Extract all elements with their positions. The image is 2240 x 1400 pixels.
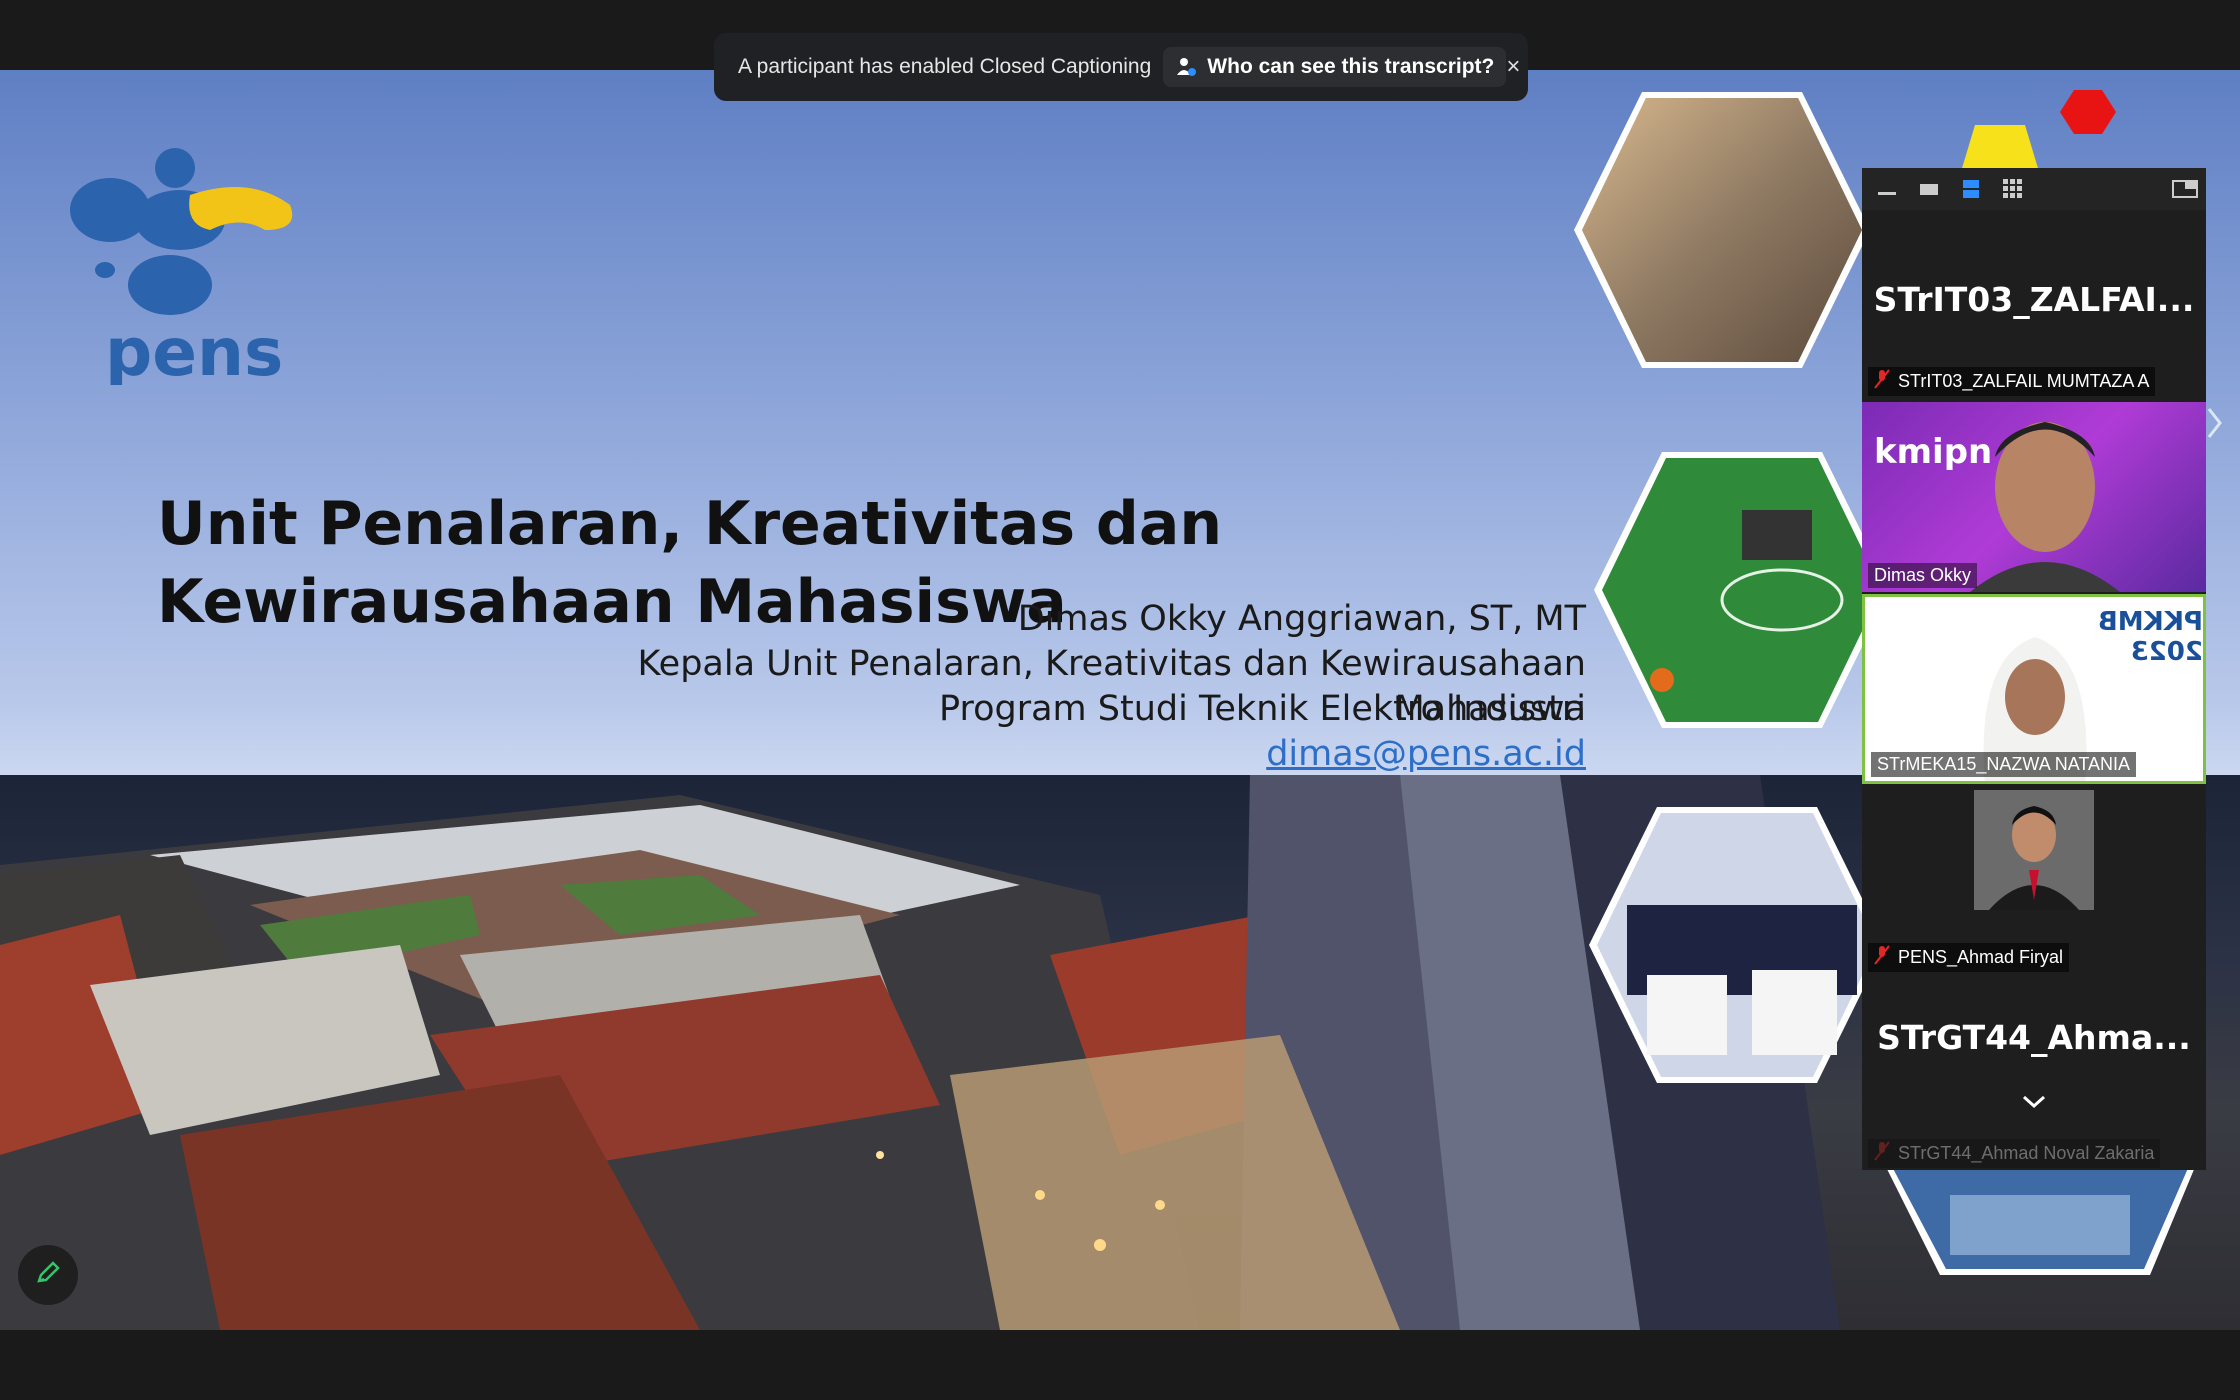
participant-name: STrIT03_ZALFAIL MUMTAZA A [1898, 371, 2150, 391]
muted-mic-icon [1874, 945, 1890, 970]
participant-name: STrMEKA15_NAZWA NATANIA [1877, 754, 2131, 774]
participant-display-name: STrIT03_ZALFAI... [1873, 280, 2195, 319]
participant-tile[interactable]: STrIT03_ZALFAI... STrIT03_ZALFAIL MUMTAZ… [1862, 210, 2206, 400]
participant-tile-speaking[interactable]: PKKMB 2023 STrMEKA15_NAZWA NATANIA [1862, 594, 2206, 784]
participant-video [1970, 402, 2120, 592]
closed-caption-banner: A participant has enabled Closed Caption… [714, 33, 1528, 101]
bottom-bar [0, 1330, 2240, 1400]
participant-name-label: PENS_Ahmad Firyal [1868, 943, 2070, 972]
participant-name-label: STrGT44_Ahmad Noval Zakaria [1868, 1139, 2161, 1168]
participant-display-name: STrGT44_Ahma... [1877, 1018, 2191, 1057]
presenter-name: Dimas Okky Anggriawan, ST, MT [1017, 599, 1586, 639]
hex-photo-robot-soccer [1592, 450, 1892, 735]
participant-name: Dimas Okky [1874, 565, 1972, 585]
participant-tile[interactable]: PENS_Ahmad Firyal [1862, 786, 2206, 976]
participant-tile-active[interactable]: kmipn Dimas Okky [1862, 402, 2206, 592]
muted-mic-icon [1874, 369, 1890, 394]
participant-name: PENS_Ahmad Firyal [1898, 947, 2064, 967]
red-hexagon-icon [2060, 90, 2116, 139]
participant-name-label: Dimas Okky [1868, 563, 1978, 588]
panel-toolbar [1862, 168, 2206, 210]
grid-view-icon[interactable] [2002, 178, 2024, 205]
annotate-button[interactable] [18, 1245, 78, 1305]
participant-tile[interactable]: STrGT44_Ahma... STrGT44_Ahmad Noval Zaka… [1862, 978, 2206, 1170]
who-can-see-label: Who can see this transcript? [1207, 55, 1495, 78]
popout-icon[interactable] [2172, 178, 2198, 205]
logo-text: pens [105, 314, 283, 385]
presenter-email[interactable]: dimas@pens.ac.id [486, 732, 1586, 777]
who-can-see-transcript-button[interactable]: Who can see this transcript? [1163, 47, 1507, 87]
hex-photo-corridor [1572, 90, 1872, 375]
avatar [1974, 790, 2094, 910]
hex-photo-team [1587, 805, 1887, 1090]
pens-logo: pens [50, 135, 310, 391]
presenter-program: Program Studi Teknik Elektro Industri [938, 689, 1586, 729]
speaker-view-icon[interactable] [1918, 178, 1940, 205]
participant-name: STrGT44_Ahmad Noval Zakaria [1898, 1143, 2155, 1163]
minimize-icon[interactable] [1876, 178, 1898, 205]
participant-name-label: STrIT03_ZALFAIL MUMTAZA A [1868, 367, 2156, 396]
chevron-right-icon[interactable] [2206, 405, 2224, 446]
hex-photo-building [1880, 1155, 2200, 1290]
scroll-down-icon[interactable] [2020, 1094, 2048, 1115]
participant-name-label: STrMEKA15_NAZWA NATANIA [1871, 752, 2137, 777]
muted-mic-icon [1874, 1141, 1890, 1166]
gallery-strip-icon[interactable] [1960, 178, 1982, 205]
person-lock-icon [1175, 56, 1197, 78]
close-icon[interactable]: × [1506, 53, 1520, 81]
pencil-icon [34, 1259, 62, 1292]
participant-video-panel: STrIT03_ZALFAI... STrIT03_ZALFAIL MUMTAZ… [1862, 168, 2206, 1170]
caption-message: A participant has enabled Closed Caption… [738, 55, 1152, 78]
